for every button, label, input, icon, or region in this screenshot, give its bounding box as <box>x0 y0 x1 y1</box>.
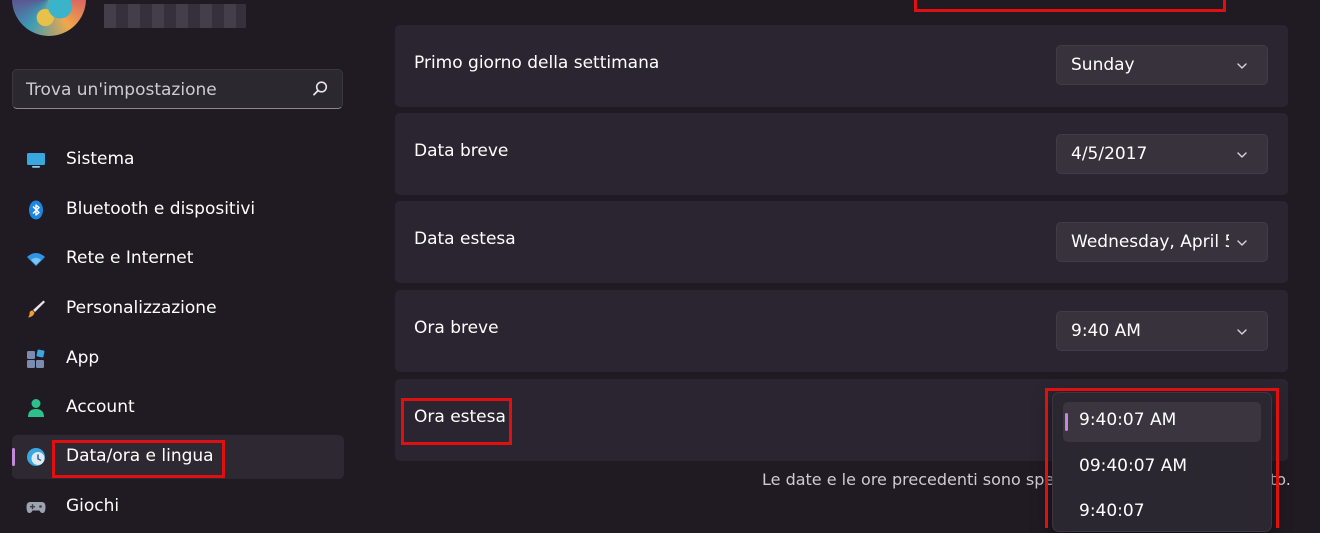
chevron-down-icon <box>1237 152 1247 158</box>
search-box[interactable]: Trova un'impostazione <box>12 69 343 109</box>
highlight-box <box>401 398 512 445</box>
sidebar-item-bluetooth[interactable]: Bluetooth e dispositivi <box>12 188 344 232</box>
search-input[interactable]: Trova un'impostazione <box>26 80 217 100</box>
active-indicator <box>12 448 15 466</box>
sidebar-item-sistema[interactable]: Sistema <box>12 138 344 182</box>
brush-icon <box>28 300 45 318</box>
setting-label: Data estesa <box>414 229 516 249</box>
first-day-dropdown[interactable]: Sunday <box>1056 45 1268 85</box>
setting-row-primo-giorno: Primo giorno della settimana Sunday <box>395 25 1288 107</box>
short-time-dropdown[interactable]: 9:40 AM <box>1056 311 1268 351</box>
footnote-text: Le date e le ore precedenti sono specif <box>762 470 1074 489</box>
apps-icon <box>27 349 45 368</box>
dropdown-value: Wednesday, April 5, 2017 <box>1071 232 1229 252</box>
sidebar-item-giochi[interactable]: Giochi <box>12 485 344 529</box>
sidebar-item-rete[interactable]: Rete e Internet <box>12 237 344 281</box>
setting-label: Primo giorno della settimana <box>414 53 660 73</box>
highlight-box <box>914 0 1226 12</box>
chevron-down-icon <box>1237 240 1247 246</box>
highlight-box <box>52 440 225 478</box>
gamepad-icon <box>26 502 46 513</box>
sidebar-item-label: Bluetooth e dispositivi <box>66 199 256 219</box>
wifi-icon <box>27 253 45 266</box>
dropdown-value: Sunday <box>1071 55 1135 75</box>
setting-row-data-breve: Data breve 4/5/2017 <box>395 113 1288 195</box>
sidebar-item-account[interactable]: Account <box>12 386 344 430</box>
setting-label: Data breve <box>414 141 509 161</box>
person-icon <box>28 399 44 417</box>
user-name-redacted <box>104 4 246 28</box>
sidebar-item-app[interactable]: App <box>12 337 344 381</box>
sidebar-item-label: Giochi <box>66 496 120 516</box>
search-icon[interactable] <box>310 79 330 99</box>
setting-label: Ora breve <box>414 318 499 338</box>
sidebar-item-personalizzazione[interactable]: Personalizzazione <box>12 287 344 331</box>
monitor-icon <box>27 153 45 168</box>
setting-row-ora-breve: Ora breve 9:40 AM <box>395 290 1288 372</box>
bluetooth-icon <box>29 200 43 220</box>
sidebar-item-label: Personalizzazione <box>66 298 217 318</box>
short-date-dropdown[interactable]: 4/5/2017 <box>1056 134 1268 174</box>
setting-row-data-estesa: Data estesa Wednesday, April 5, 2017 <box>395 201 1288 283</box>
dropdown-value: 9:40 AM <box>1071 321 1141 341</box>
sidebar-item-label: Account <box>66 397 135 417</box>
sidebar-item-label: Rete e Internet <box>66 248 194 268</box>
globe-clock-icon <box>27 448 45 466</box>
sidebar-item-label: Sistema <box>66 149 135 169</box>
chevron-down-icon <box>1237 63 1247 69</box>
dropdown-value: 4/5/2017 <box>1071 144 1148 164</box>
user-avatar[interactable] <box>12 0 86 36</box>
long-date-dropdown[interactable]: Wednesday, April 5, 2017 <box>1056 222 1268 262</box>
chevron-down-icon <box>1237 329 1247 335</box>
highlight-box <box>1045 388 1279 528</box>
sidebar-item-label: App <box>66 348 100 368</box>
